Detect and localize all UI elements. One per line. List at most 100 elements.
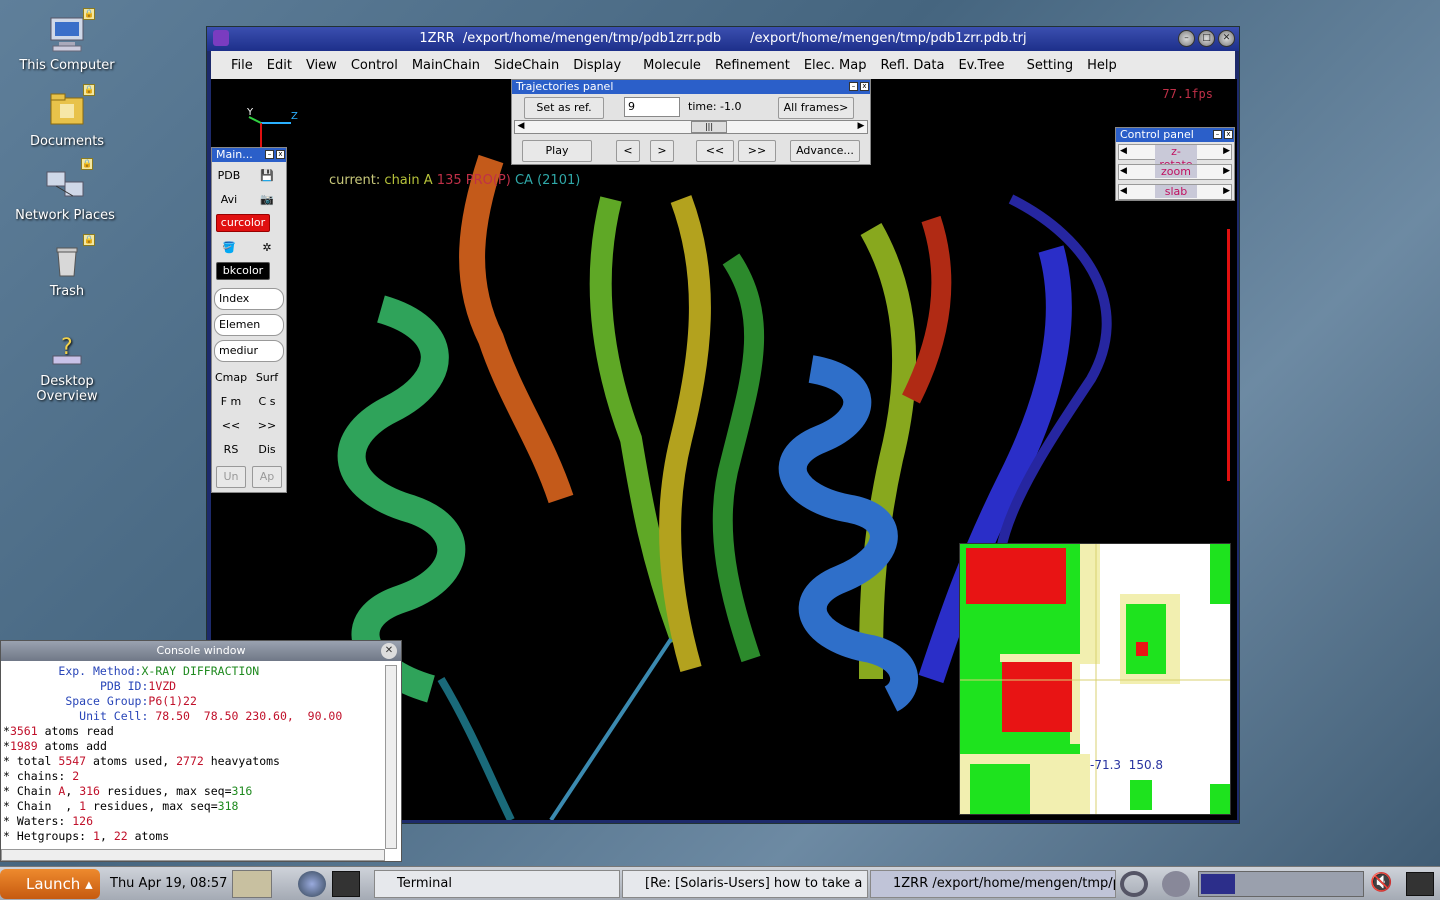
menu-setting[interactable]: Setting [1027,58,1074,73]
slider-left-arrow[interactable]: ◀ [1120,186,1127,196]
terminal-launcher-icon[interactable] [332,871,360,897]
desktop-icon-network-places[interactable]: 🔒 Network Places [10,158,120,223]
apply-button[interactable]: Ap [252,466,282,488]
console-horizontal-scrollbar[interactable] [1,849,385,861]
bkcolor-button[interactable]: bkcolor [216,262,270,280]
desktop-icon-documents[interactable]: 🔒 Documents [12,84,122,149]
close-button[interactable]: ✕ [1218,30,1235,47]
browser-icon[interactable] [298,871,326,897]
panel-minimize-button[interactable]: – [265,150,274,159]
pdb-button[interactable]: PDB [214,166,244,186]
medium-dropdown[interactable]: mediur [214,340,284,362]
slider-right-arrow[interactable]: ▶ [855,121,867,133]
current-chain: chain A [384,173,433,188]
folder-icon: 🔒 [47,84,95,130]
task-mail[interactable]: [Re: [Solaris-Users] how to take a s [622,870,868,898]
zoom-slider[interactable]: ◀ zoom ▶ [1118,164,1232,180]
menu-view[interactable]: View [306,58,337,73]
slab-slider[interactable]: ◀ slab ▶ [1118,184,1232,200]
slider-right-arrow[interactable]: ▶ [1223,186,1230,196]
camera-icon[interactable]: 📷 [252,190,282,210]
menu-molecule[interactable]: Molecule [643,58,701,73]
lock-icon: 🔒 [83,234,95,246]
help-icon[interactable] [1162,871,1190,897]
window-titlebar[interactable]: 1ZRR /export/home/mengen/tmp/pdb1zrr.pdb… [207,27,1239,51]
menu-control[interactable]: Control [351,58,398,73]
prev-frame-button[interactable]: < [616,140,640,162]
menu-edit[interactable]: Edit [267,58,292,73]
curcolor-button[interactable]: curcolor [216,214,270,232]
menu-file[interactable]: File [231,58,253,73]
main-panel-title[interactable]: Main... – x [212,148,286,162]
index-dropdown[interactable]: Index [214,288,284,310]
gear-icon[interactable]: ✲ [252,238,282,258]
desktop-icon-this-computer[interactable]: 🔒 This Computer [12,8,122,73]
control-panel-title[interactable]: Control panel – x [1116,128,1234,142]
dis-button[interactable]: Dis [250,440,284,460]
element-dropdown[interactable]: Elemen [214,314,284,336]
set-as-ref-button[interactable]: Set as ref. [524,97,604,119]
menu-refinement[interactable]: Refinement [715,58,790,73]
fm-button[interactable]: F m [214,392,248,412]
menu-mainchain[interactable]: MainChain [412,58,480,73]
console-close-button[interactable]: ✕ [381,643,397,659]
paint-bucket-icon[interactable]: 🪣 [214,238,244,258]
menu-display[interactable]: Display [573,58,621,73]
panel-minimize-button[interactable]: – [1213,130,1222,139]
all-frames-button[interactable]: All frames> [778,97,854,119]
menu-elec-map[interactable]: Elec. Map [804,58,867,73]
minimize-button[interactable]: – [1178,30,1195,47]
show-desktop-icon[interactable] [232,870,272,898]
console-vertical-scrollbar[interactable] [385,665,397,849]
panel-close-button[interactable]: x [276,150,285,159]
panel-close-button[interactable]: x [860,82,869,91]
menu-help[interactable]: Help [1087,58,1117,73]
rewind-button[interactable]: << [696,140,734,162]
slider-thumb[interactable]: ||| [691,121,727,133]
control-panel: Control panel – x ◀ z-rotate ▶ ◀ zoom ▶ … [1115,127,1235,201]
panel-minimize-button[interactable]: – [849,82,858,91]
maximize-button[interactable]: □ [1198,30,1215,47]
avi-button[interactable]: Avi [214,190,244,210]
console-titlebar[interactable]: Console window ✕ [1,641,401,661]
cs-button[interactable]: C s [250,392,284,412]
ramachandran-plot[interactable]: -71.3 150.8 [959,543,1231,815]
play-button[interactable]: Play [522,140,592,162]
frame-input[interactable]: 9 [624,97,680,117]
rs-button[interactable]: RS [214,440,248,460]
computer-icon: 🔒 [47,8,95,54]
launch-button[interactable]: Launch ▴ [0,869,100,899]
z-rotate-slider[interactable]: ◀ z-rotate ▶ [1118,144,1232,171]
frame-slider[interactable]: ◀ ||| ▶ [514,120,868,134]
menu-sidechain[interactable]: SideChain [494,58,559,73]
task-terminal[interactable]: Terminal [374,870,620,898]
desktop-icon-desktop-overview[interactable]: ? Desktop Overview [12,330,122,404]
desktop-icon-trash[interactable]: 🔒 Trash [12,234,122,299]
advance-button[interactable]: Advance... [790,140,860,162]
slider-left-arrow[interactable]: ◀ [1120,166,1127,176]
save-icon[interactable]: 💾 [252,166,282,186]
fast-forward-button[interactable]: >> [738,140,776,162]
slider-left-arrow[interactable]: ◀ [1120,146,1127,156]
back-button[interactable]: << [214,416,248,436]
panel-close-button[interactable]: x [1224,130,1233,139]
undo-button[interactable]: Un [216,466,246,488]
trajectories-panel-title[interactable]: Trajectories panel – x [512,80,870,94]
refresh-icon[interactable] [1120,871,1148,897]
workspace-switcher[interactable] [1198,871,1364,897]
next-frame-button[interactable]: > [650,140,674,162]
cmap-button[interactable]: Cmap [214,368,248,388]
display-icon[interactable] [1406,872,1434,896]
surf-button[interactable]: Surf [250,368,284,388]
slider-left-arrow[interactable]: ◀ [515,121,527,133]
slider-right-arrow[interactable]: ▶ [1223,146,1230,156]
menu-ev-tree[interactable]: Ev.Tree [958,58,1004,73]
workspace-1[interactable] [1201,874,1235,894]
volume-muted-icon[interactable]: 🔇 [1370,872,1396,896]
fps-readout: 77.1fps [1162,87,1213,101]
forward-button[interactable]: >> [250,416,284,436]
task-1zrr[interactable]: 1ZRR /export/home/mengen/tmp/p [870,870,1116,898]
menu-refl-data[interactable]: Refl. Data [880,58,944,73]
slider-right-arrow[interactable]: ▶ [1223,166,1230,176]
taskbar-clock[interactable]: Thu Apr 19, 08:57 [110,876,227,891]
